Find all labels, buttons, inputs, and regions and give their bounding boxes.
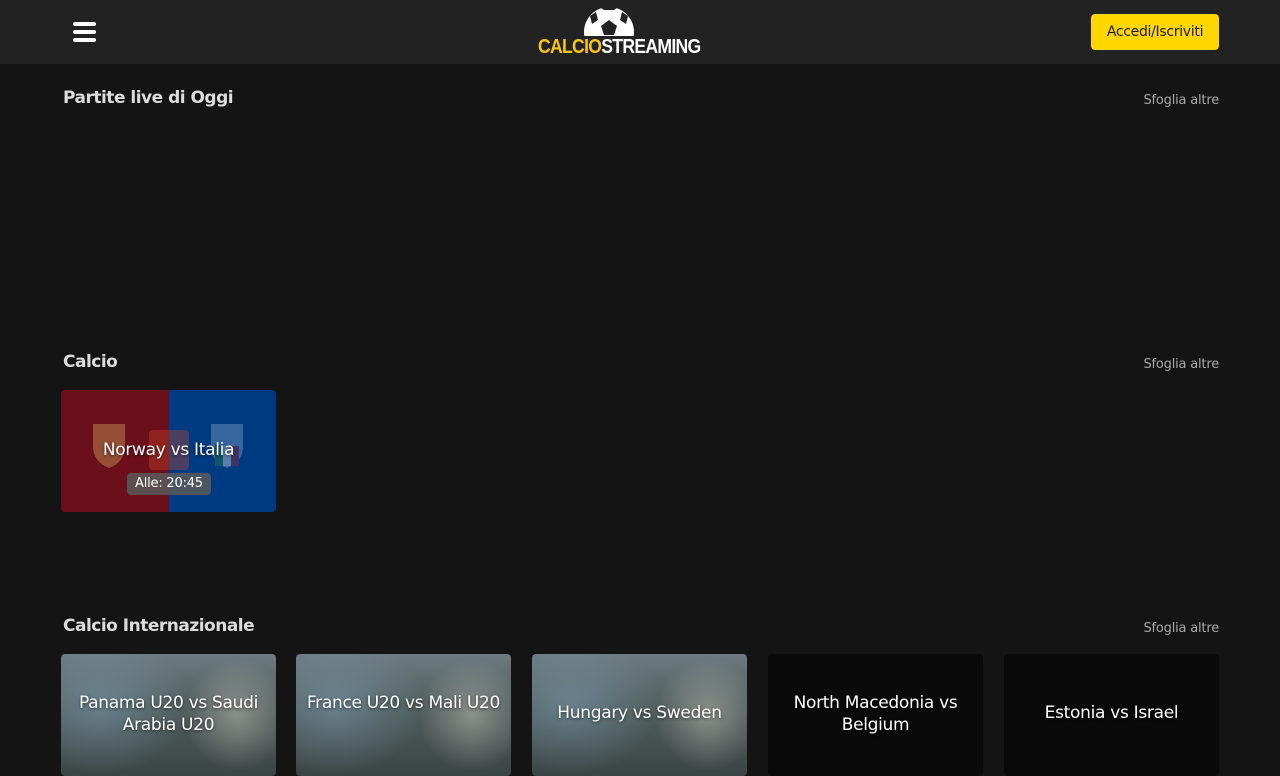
match-title: North Macedonia vs Belgium <box>793 693 958 735</box>
match-time-badge: Alle: 20:45 <box>127 473 211 495</box>
match-title: France U20 vs Mali U20 <box>306 693 501 713</box>
section-title-live-today: Partite live di Oggi <box>63 88 234 108</box>
match-title: Panama U20 vs Saudi Arabia U20 <box>78 693 259 735</box>
section-title-calcio-internazionale: Calcio Internazionale <box>63 616 255 636</box>
hamburger-menu-icon[interactable] <box>73 22 96 42</box>
match-title: Hungary vs Sweden <box>557 703 722 723</box>
site-logo[interactable]: CALCIOSTREAMING <box>538 6 701 60</box>
match-card-north-macedonia-belgium[interactable]: North Macedonia vs Belgium <box>768 654 983 776</box>
match-thumbnail-image <box>296 654 511 776</box>
match-card-estonia-israel[interactable]: Estonia vs Israel <box>1004 654 1219 776</box>
top-navbar: CALCIOSTREAMING Accedi/Iscriviti <box>0 0 1280 64</box>
soccer-ball-icon <box>584 6 634 36</box>
logo-text-calcio: CALCIO <box>538 36 602 58</box>
logo-wordmark: CALCIOSTREAMING <box>538 36 701 58</box>
section-title-calcio: Calcio <box>63 352 118 372</box>
browse-more-calcio-link[interactable]: Sfoglia altre <box>1144 357 1220 372</box>
login-register-button[interactable]: Accedi/Iscriviti <box>1091 14 1219 50</box>
browse-more-international-link[interactable]: Sfoglia altre <box>1144 621 1220 636</box>
match-card-france-mali[interactable]: France U20 vs Mali U20 <box>296 654 511 776</box>
match-title: Norway vs Italia <box>102 440 235 460</box>
match-card-panama-saudi[interactable]: Panama U20 vs Saudi Arabia U20 <box>61 654 276 776</box>
match-card-norway-italia[interactable]: Norway vs Italia Alle: 20:45 <box>61 390 276 512</box>
match-title: Estonia vs Israel <box>1044 703 1179 723</box>
logo-text-streaming: STREAMING <box>601 36 701 58</box>
match-card-hungary-sweden[interactable]: Hungary vs Sweden <box>532 654 747 776</box>
browse-more-live-link[interactable]: Sfoglia altre <box>1144 93 1220 108</box>
